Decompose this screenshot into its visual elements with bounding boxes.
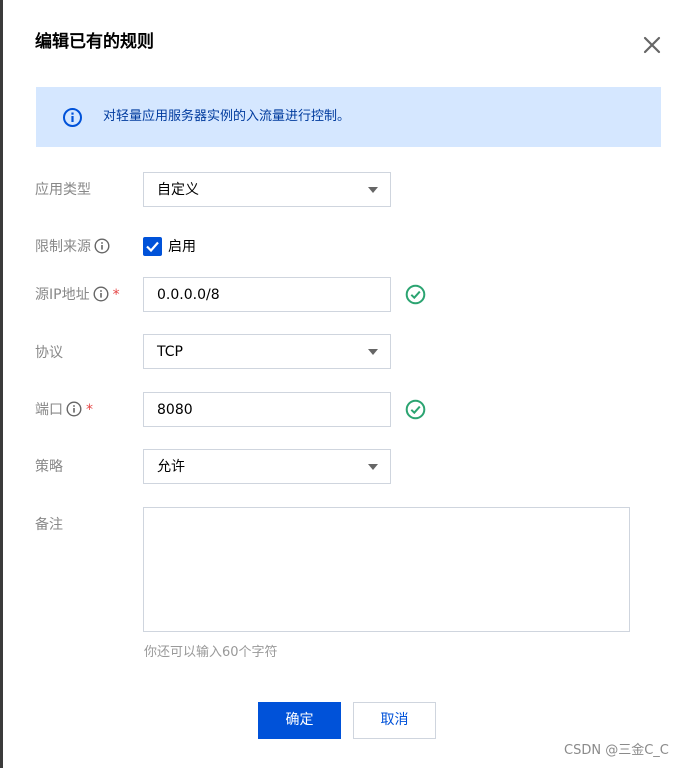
caret-down-icon (368, 464, 378, 470)
caret-down-icon (368, 187, 378, 193)
info-circle-icon[interactable] (66, 401, 82, 417)
policy-select[interactable]: 允许 (143, 449, 391, 484)
cancel-button[interactable]: 取消 (353, 702, 436, 739)
check-circle-icon (405, 284, 426, 305)
check-circle-icon (405, 399, 426, 420)
notice-text: 对轻量应用服务器实例的入流量进行控制。 (103, 109, 351, 124)
required-mark: * (112, 287, 120, 303)
limit-source-label: 限制来源 (35, 237, 110, 257)
info-notice: 对轻量应用服务器实例的入流量进行控制。 (36, 87, 661, 147)
dialog-title: 编辑已有的规则 (35, 32, 154, 52)
close-icon (643, 36, 661, 54)
policy-value: 允许 (157, 459, 185, 475)
source-ip-label: 源IP地址 * (35, 286, 120, 303)
protocol-value: TCP (157, 344, 183, 360)
close-button[interactable] (641, 34, 663, 56)
info-circle-icon (63, 108, 82, 127)
app-type-value: 自定义 (157, 182, 199, 198)
port-label: 端口 * (35, 401, 93, 418)
confirm-button[interactable]: 确定 (258, 702, 341, 739)
watermark: CSDN @三金C_C (564, 743, 669, 758)
source-ip-value: 0.0.0.0/8 (157, 287, 220, 303)
required-mark: * (86, 402, 93, 418)
app-type-label: 应用类型 (35, 182, 91, 198)
remark-label: 备注 (35, 517, 63, 533)
app-type-select[interactable]: 自定义 (143, 172, 391, 207)
edit-rule-dialog: 编辑已有的规则 对轻量应用服务器实例的入流量进行控制。 应用类型 自定义 限制来… (3, 0, 690, 768)
source-ip-input[interactable]: 0.0.0.0/8 (143, 277, 391, 312)
info-circle-icon[interactable] (93, 286, 109, 302)
limit-source-checkbox[interactable] (143, 237, 162, 256)
caret-down-icon (368, 349, 378, 355)
protocol-select[interactable]: TCP (143, 334, 391, 369)
limit-source-checkbox-label[interactable]: 启用 (168, 237, 196, 257)
remark-textarea[interactable] (143, 507, 630, 632)
check-icon (146, 241, 159, 253)
port-value: 8080 (157, 402, 193, 418)
remark-char-hint: 你还可以输入60个字符 (144, 645, 278, 660)
info-circle-icon[interactable] (94, 238, 110, 254)
policy-label: 策略 (35, 459, 63, 475)
protocol-label: 协议 (35, 345, 63, 361)
port-input[interactable]: 8080 (143, 392, 391, 427)
